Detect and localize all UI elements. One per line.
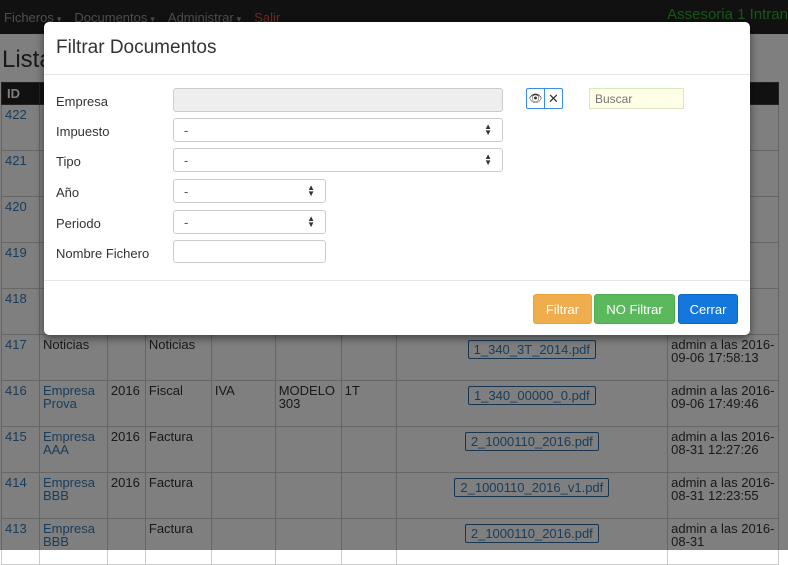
filtrar-button[interactable]: Filtrar bbox=[533, 294, 592, 324]
cerrar-button[interactable]: Cerrar bbox=[678, 294, 738, 324]
no-filtrar-button[interactable]: NO Filtrar bbox=[594, 294, 675, 324]
periodo-label: Periodo bbox=[56, 216, 101, 231]
close-icon[interactable]: ✕ bbox=[545, 89, 562, 108]
tipo-label: Tipo bbox=[56, 154, 81, 169]
anio-select[interactable]: - ▲ ▼ bbox=[173, 179, 326, 203]
modal-header: Filtrar Documentos bbox=[44, 22, 750, 75]
tipo-select[interactable]: - ▲ ▼ bbox=[173, 148, 503, 172]
modal-footer: Filtrar NO Filtrar Cerrar bbox=[44, 282, 750, 335]
select-arrows-icon: ▲ ▼ bbox=[307, 214, 315, 229]
filter-modal: Filtrar Documentos Empresa 👁 ✕ Impuesto … bbox=[44, 22, 750, 335]
search-input[interactable] bbox=[589, 88, 684, 109]
anio-label: Año bbox=[56, 185, 80, 200]
select-arrows-icon: ▲ ▼ bbox=[484, 152, 492, 167]
nombre-fichero-label: Nombre Fichero bbox=[56, 246, 150, 261]
select-arrows-icon: ▲ ▼ bbox=[307, 183, 315, 198]
modal-body: Empresa 👁 ✕ Impuesto - ▲▼ Tipo - ▲▼ Año … bbox=[44, 75, 750, 281]
impuesto-select[interactable]: - ▲ ▼ bbox=[173, 118, 503, 142]
empresa-field bbox=[173, 88, 503, 112]
empresa-label: Empresa bbox=[56, 94, 109, 109]
eye-icon[interactable]: 👁 bbox=[527, 89, 545, 108]
select-arrows-icon: ▲ ▼ bbox=[484, 122, 492, 137]
impuesto-label: Impuesto bbox=[56, 124, 110, 139]
modal-title: Filtrar Documentos bbox=[56, 37, 217, 58]
empresa-actions: 👁 ✕ bbox=[526, 88, 563, 109]
nombre-fichero-input[interactable] bbox=[173, 240, 326, 263]
periodo-select[interactable]: - ▲ ▼ bbox=[173, 210, 326, 234]
